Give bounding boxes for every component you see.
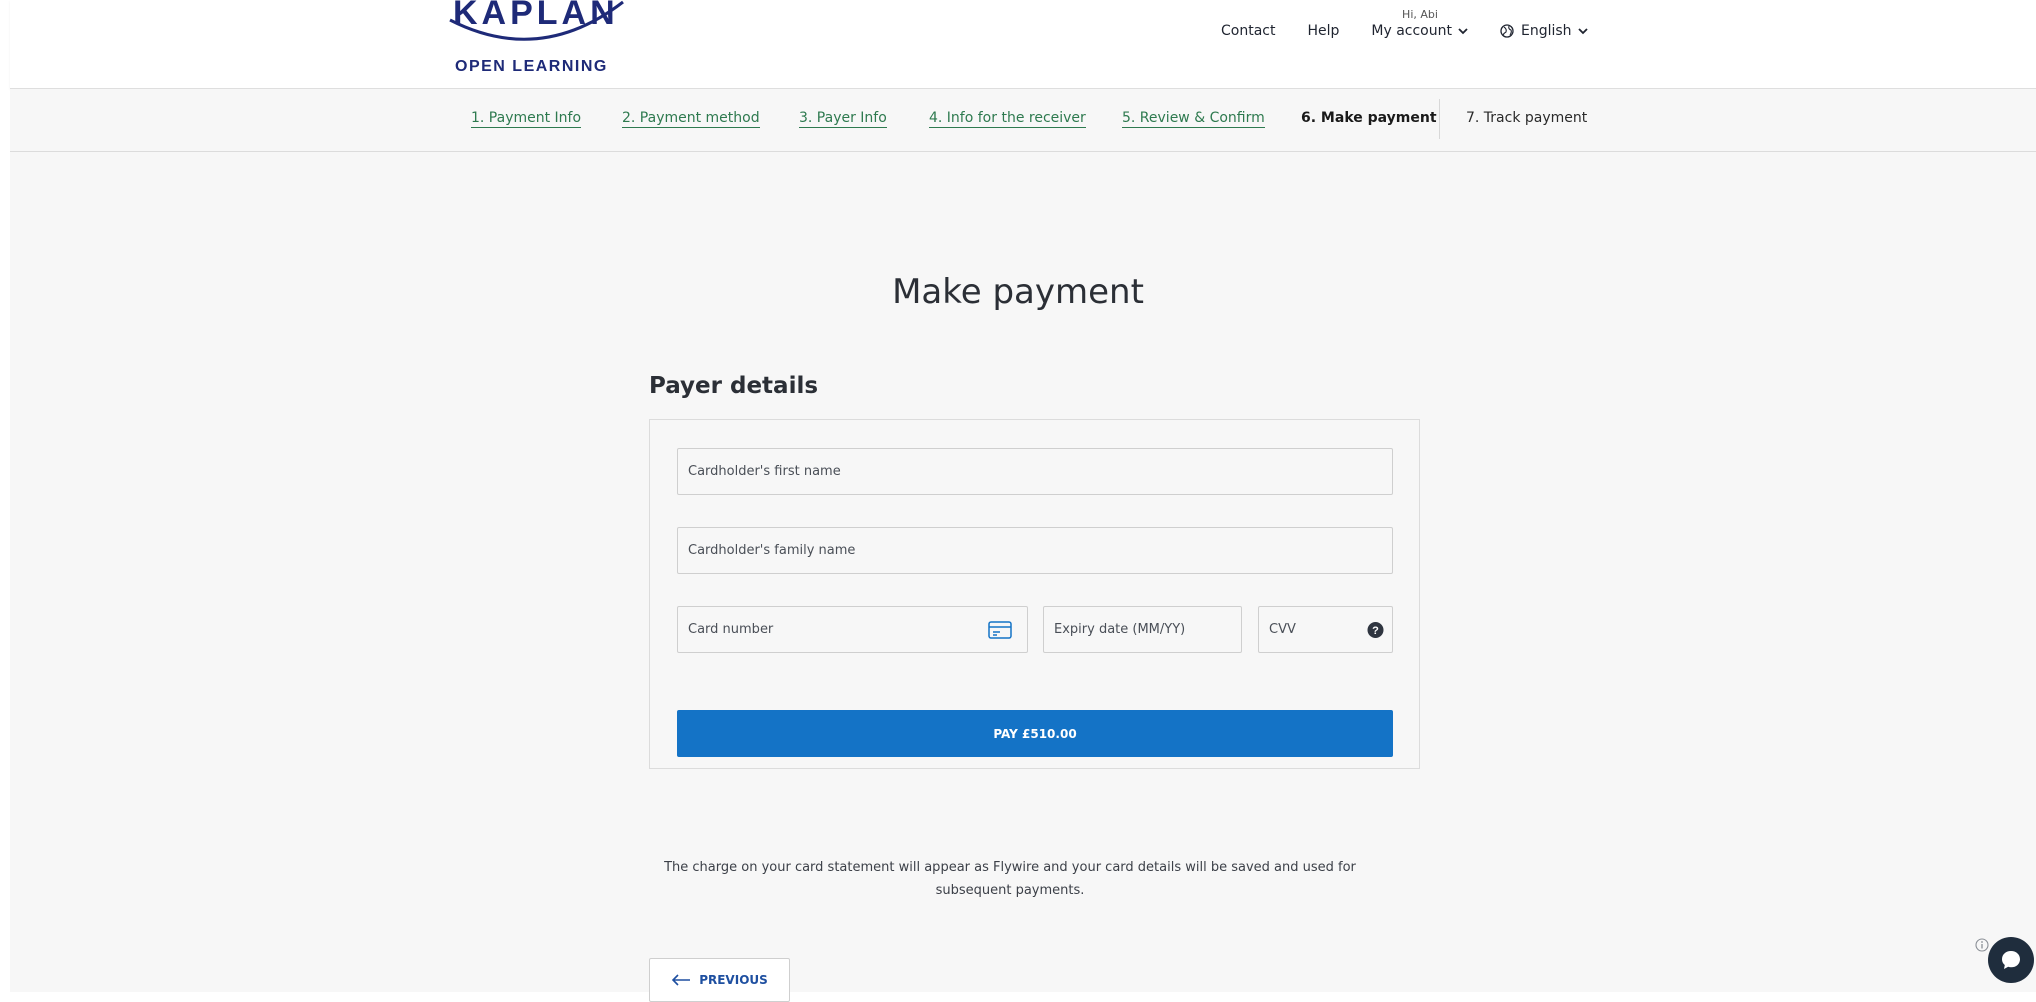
- payer-details-heading: Payer details: [649, 373, 819, 399]
- site-header: KAPLAN OPEN LEARNING Hi, Abi Contact Hel…: [10, 0, 2036, 89]
- step-make-payment: 6. Make payment: [1301, 110, 1437, 126]
- step-review-confirm[interactable]: 5. Review & Confirm: [1122, 110, 1265, 128]
- language-selector[interactable]: English: [1500, 23, 1588, 39]
- step-payment-method[interactable]: 2. Payment method: [622, 110, 760, 128]
- card-number-field: [677, 606, 1028, 653]
- chat-button[interactable]: [1988, 937, 2034, 983]
- disclaimer-line-2: subsequent payments.: [935, 883, 1085, 898]
- contact-label: Contact: [1221, 23, 1276, 39]
- step-payment-info[interactable]: 1. Payment Info: [471, 110, 582, 128]
- chevron-down-icon: [1577, 27, 1588, 34]
- my-account-label: My account: [1371, 23, 1452, 39]
- step-payer-info[interactable]: 3. Payer Info: [799, 110, 887, 128]
- help-link[interactable]: Help: [1307, 23, 1339, 39]
- logo-wordmark: KAPLAN: [453, 0, 619, 32]
- step-divider: [1439, 99, 1440, 139]
- page-title: Make payment: [892, 272, 1144, 312]
- chevron-down-icon: [1458, 27, 1468, 34]
- checkout-steps: 1. Payment Info 2. Payment method 3. Pay…: [10, 89, 2036, 152]
- cvv-field: ?: [1258, 606, 1393, 653]
- info-icon[interactable]: [1975, 938, 1989, 952]
- help-label: Help: [1307, 23, 1340, 39]
- user-greeting: Hi, Abi: [1402, 8, 1438, 21]
- expiry-date-field: [1043, 606, 1242, 653]
- top-navigation: Contact Help My account English: [1221, 23, 1588, 39]
- card-statement-disclaimer: The charge on your card statement will a…: [650, 856, 1370, 902]
- contact-link[interactable]: Contact: [1221, 23, 1275, 39]
- disclaimer-line-1: The charge on your card statement will a…: [664, 860, 1356, 875]
- previous-label: PREVIOUS: [699, 973, 768, 987]
- family-name-field: [677, 527, 1393, 574]
- card-number-input[interactable]: [678, 607, 1027, 652]
- expiry-date-input[interactable]: [1044, 607, 1241, 652]
- logo-subtitle: OPEN LEARNING: [455, 58, 608, 75]
- previous-button[interactable]: PREVIOUS: [649, 958, 790, 1002]
- language-label: English: [1520, 23, 1572, 39]
- first-name-field: [677, 448, 1393, 495]
- step-info-receiver[interactable]: 4. Info for the receiver: [929, 110, 1086, 128]
- step-track-payment: 7. Track payment: [1466, 110, 1588, 126]
- kaplan-logo[interactable]: KAPLAN OPEN LEARNING: [445, 0, 635, 86]
- help-icon[interactable]: ?: [1367, 621, 1384, 638]
- family-name-input[interactable]: [678, 528, 1392, 573]
- credit-card-icon: [988, 620, 1012, 639]
- chat-bubble-icon: [2002, 951, 2020, 969]
- first-name-input[interactable]: [678, 449, 1392, 494]
- my-account-menu[interactable]: My account: [1371, 23, 1468, 39]
- globe-icon: [1500, 24, 1514, 38]
- pay-button[interactable]: PAY £510.00: [677, 710, 1393, 757]
- arrow-left-icon: [672, 974, 691, 986]
- svg-text:?: ?: [1372, 625, 1379, 637]
